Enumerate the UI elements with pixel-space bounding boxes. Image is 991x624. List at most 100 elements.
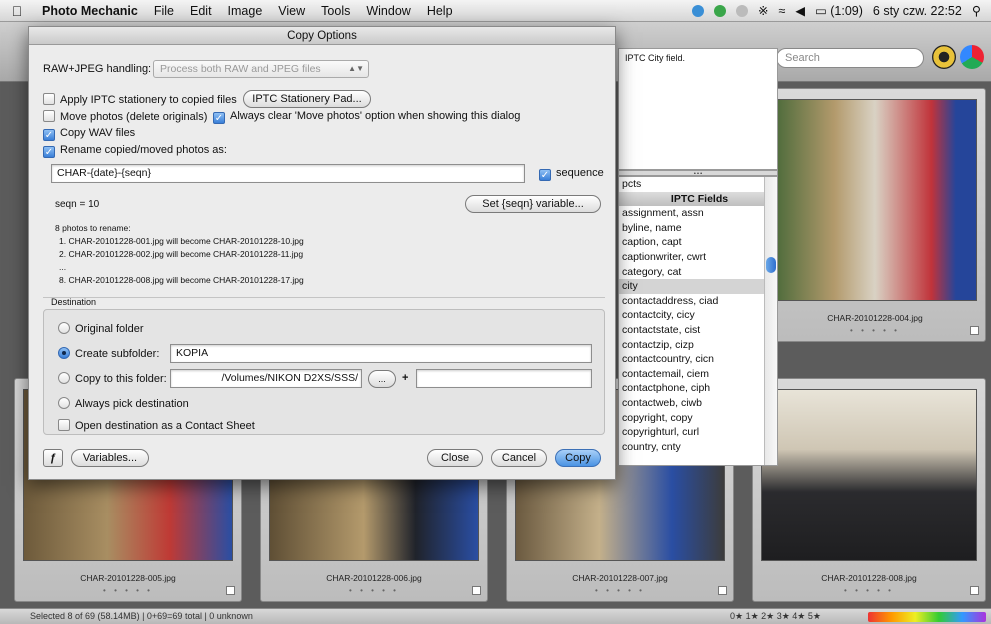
time-machine-icon[interactable] xyxy=(735,4,748,17)
checkbox-box[interactable] xyxy=(43,93,55,105)
set-seqn-button[interactable]: Set {seqn} variable... xyxy=(465,195,601,213)
photo-thumbnail[interactable] xyxy=(761,389,977,561)
apply-iptc-checkbox[interactable]: Apply IPTC stationery to copied files xyxy=(43,93,237,106)
plus-sign: + xyxy=(402,372,409,384)
rename-example: 2. CHAR-20101228-002.jpg will become CHA… xyxy=(59,249,304,259)
list-scrollbar[interactable] xyxy=(764,177,777,465)
thumbnail-filename: CHAR-20101228-004.jpg xyxy=(827,313,923,323)
checkbox-checked[interactable]: ✓ xyxy=(213,112,225,124)
rename-checkbox[interactable]: ✓ Rename copied/moved photos as: xyxy=(43,144,227,158)
contact-sheet-checkbox[interactable]: Open destination as a Contact Sheet xyxy=(58,419,255,432)
list-item[interactable]: contactemail, ciem xyxy=(619,367,777,382)
iptc-fields-list[interactable]: pcts IPTC Fields assignment, assn byline… xyxy=(618,176,778,466)
lightning-icon[interactable]: ƒ xyxy=(43,449,63,467)
photo-thumbnail[interactable] xyxy=(773,99,977,301)
thumbnail-cell[interactable]: CHAR-20101228-008.jpg • • • • • xyxy=(752,378,986,602)
list-item[interactable]: country, cnty xyxy=(619,440,777,455)
sync-icon[interactable] xyxy=(691,4,704,17)
list-item[interactable]: contactstate, cist xyxy=(619,323,777,338)
list-item[interactable]: byline, name xyxy=(619,221,777,236)
thumbnail-filename: CHAR-20101228-007.jpg xyxy=(572,573,668,583)
checkbox-box[interactable] xyxy=(58,419,70,431)
subfolder-name-input[interactable]: KOPIA xyxy=(170,344,592,363)
list-item[interactable]: contactphone, ciph xyxy=(619,381,777,396)
thumbnail-filename: CHAR-20101228-008.jpg xyxy=(821,573,917,583)
list-item[interactable]: caption, capt xyxy=(619,235,777,250)
menu-window[interactable]: Window xyxy=(358,4,418,18)
radiation-icon[interactable] xyxy=(932,45,956,69)
move-photos-label: Move photos (delete originals) xyxy=(60,111,208,123)
checkbox-checked[interactable]: ✓ xyxy=(43,129,55,141)
copy-wav-checkbox[interactable]: ✓ Copy WAV files xyxy=(43,127,135,141)
tag-checkbox[interactable] xyxy=(226,586,235,595)
copy-button[interactable]: Copy xyxy=(555,449,601,467)
tag-checkbox[interactable] xyxy=(970,586,979,595)
list-item-selected[interactable]: city xyxy=(619,279,777,294)
folder-path-field[interactable]: /Volumes/NIKON D2XS/SSS/ xyxy=(170,369,362,388)
move-photos-checkbox[interactable]: Move photos (delete originals) xyxy=(43,110,207,123)
menu-help[interactable]: Help xyxy=(419,4,461,18)
menu-image[interactable]: Image xyxy=(220,4,271,18)
tag-checkbox[interactable] xyxy=(718,586,727,595)
menu-app-name[interactable]: Photo Mechanic xyxy=(34,4,146,18)
folder-suffix-input[interactable] xyxy=(416,369,592,388)
list-item[interactable]: pcts xyxy=(619,177,777,192)
apple-menu-icon[interactable]:  xyxy=(0,3,34,19)
spotlight-icon[interactable]: ⚲ xyxy=(972,3,981,18)
list-item[interactable]: copyright, copy xyxy=(619,411,777,426)
list-item[interactable]: contactweb, ciwb xyxy=(619,396,777,411)
list-item[interactable]: copyrighturl, curl xyxy=(619,425,777,440)
radio-button[interactable] xyxy=(58,322,70,334)
raw-jpeg-select[interactable]: Process both RAW and JPEG files ▲▼ xyxy=(153,60,369,78)
wifi-icon[interactable]: ≈ xyxy=(778,4,785,18)
close-button[interactable]: Close xyxy=(427,449,483,467)
color-wheel-icon[interactable] xyxy=(960,45,984,69)
list-item[interactable]: category, cat xyxy=(619,265,777,280)
search-input[interactable]: Search xyxy=(776,48,924,68)
bluetooth-icon[interactable]: ※ xyxy=(758,3,768,18)
clock[interactable]: 6 sty czw. 22:52 xyxy=(873,4,962,18)
cancel-button[interactable]: Cancel xyxy=(491,449,547,467)
tag-checkbox[interactable] xyxy=(472,586,481,595)
scrollbar-thumb[interactable] xyxy=(766,257,776,273)
app-status-icon[interactable] xyxy=(713,4,726,17)
browse-button[interactable]: ... xyxy=(368,370,396,388)
thumbnail-cell[interactable]: CHAR-20101228-004.jpg • • • • • xyxy=(764,88,986,342)
iptc-stationery-pad-button[interactable]: IPTC Stationery Pad... xyxy=(243,90,371,108)
list-item[interactable]: captionwriter, cwrt xyxy=(619,250,777,265)
checkbox-checked[interactable]: ✓ xyxy=(43,146,55,158)
menu-view[interactable]: View xyxy=(270,4,313,18)
radio-button[interactable] xyxy=(58,372,70,384)
checkbox-box[interactable] xyxy=(43,110,55,122)
list-item[interactable]: contactaddress, ciad xyxy=(619,294,777,309)
always-pick-label: Always pick destination xyxy=(75,398,189,410)
list-item[interactable]: assignment, assn xyxy=(619,206,777,221)
menu-tools[interactable]: Tools xyxy=(313,4,358,18)
radio-button[interactable] xyxy=(58,397,70,409)
create-subfolder-radio[interactable]: Create subfolder: xyxy=(58,347,159,360)
rating-filter[interactable]: 0★ 1★ 2★ 3★ 4★ 5★ xyxy=(730,609,821,624)
rename-label: Rename copied/moved photos as: xyxy=(60,144,227,156)
rename-pattern-input[interactable]: CHAR-{date}-{seqn} xyxy=(51,164,525,183)
checkbox-checked[interactable]: ✓ xyxy=(539,169,551,181)
list-item[interactable]: contactzip, cizp xyxy=(619,338,777,353)
always-pick-radio[interactable]: Always pick destination xyxy=(58,397,189,410)
copy-to-folder-radio[interactable]: Copy to this folder: xyxy=(58,372,167,385)
battery-indicator[interactable]: ▭ (1:09) xyxy=(815,3,863,18)
variables-button[interactable]: Variables... xyxy=(71,449,149,467)
color-class-filter[interactable] xyxy=(868,612,986,622)
menu-edit[interactable]: Edit xyxy=(182,4,220,18)
sequence-label: sequence xyxy=(556,167,604,179)
copy-options-dialog: Copy Options RAW+JPEG handling: Process … xyxy=(28,26,616,480)
list-item[interactable]: contactcity, cicy xyxy=(619,308,777,323)
create-subfolder-label: Create subfolder: xyxy=(75,348,160,360)
list-item[interactable]: contactcountry, cicn xyxy=(619,352,777,367)
tag-checkbox[interactable] xyxy=(970,326,979,335)
original-folder-radio[interactable]: Original folder xyxy=(58,322,143,335)
sequence-checkbox[interactable]: ✓ sequence xyxy=(539,167,604,181)
thumbnail-filename: CHAR-20101228-006.jpg xyxy=(326,573,422,583)
always-clear-checkbox[interactable]: ✓ Always clear 'Move photos' option when … xyxy=(213,110,520,124)
radio-button-selected[interactable] xyxy=(58,347,70,359)
volume-icon[interactable]: ◀ xyxy=(795,3,805,18)
menu-file[interactable]: File xyxy=(146,4,182,18)
